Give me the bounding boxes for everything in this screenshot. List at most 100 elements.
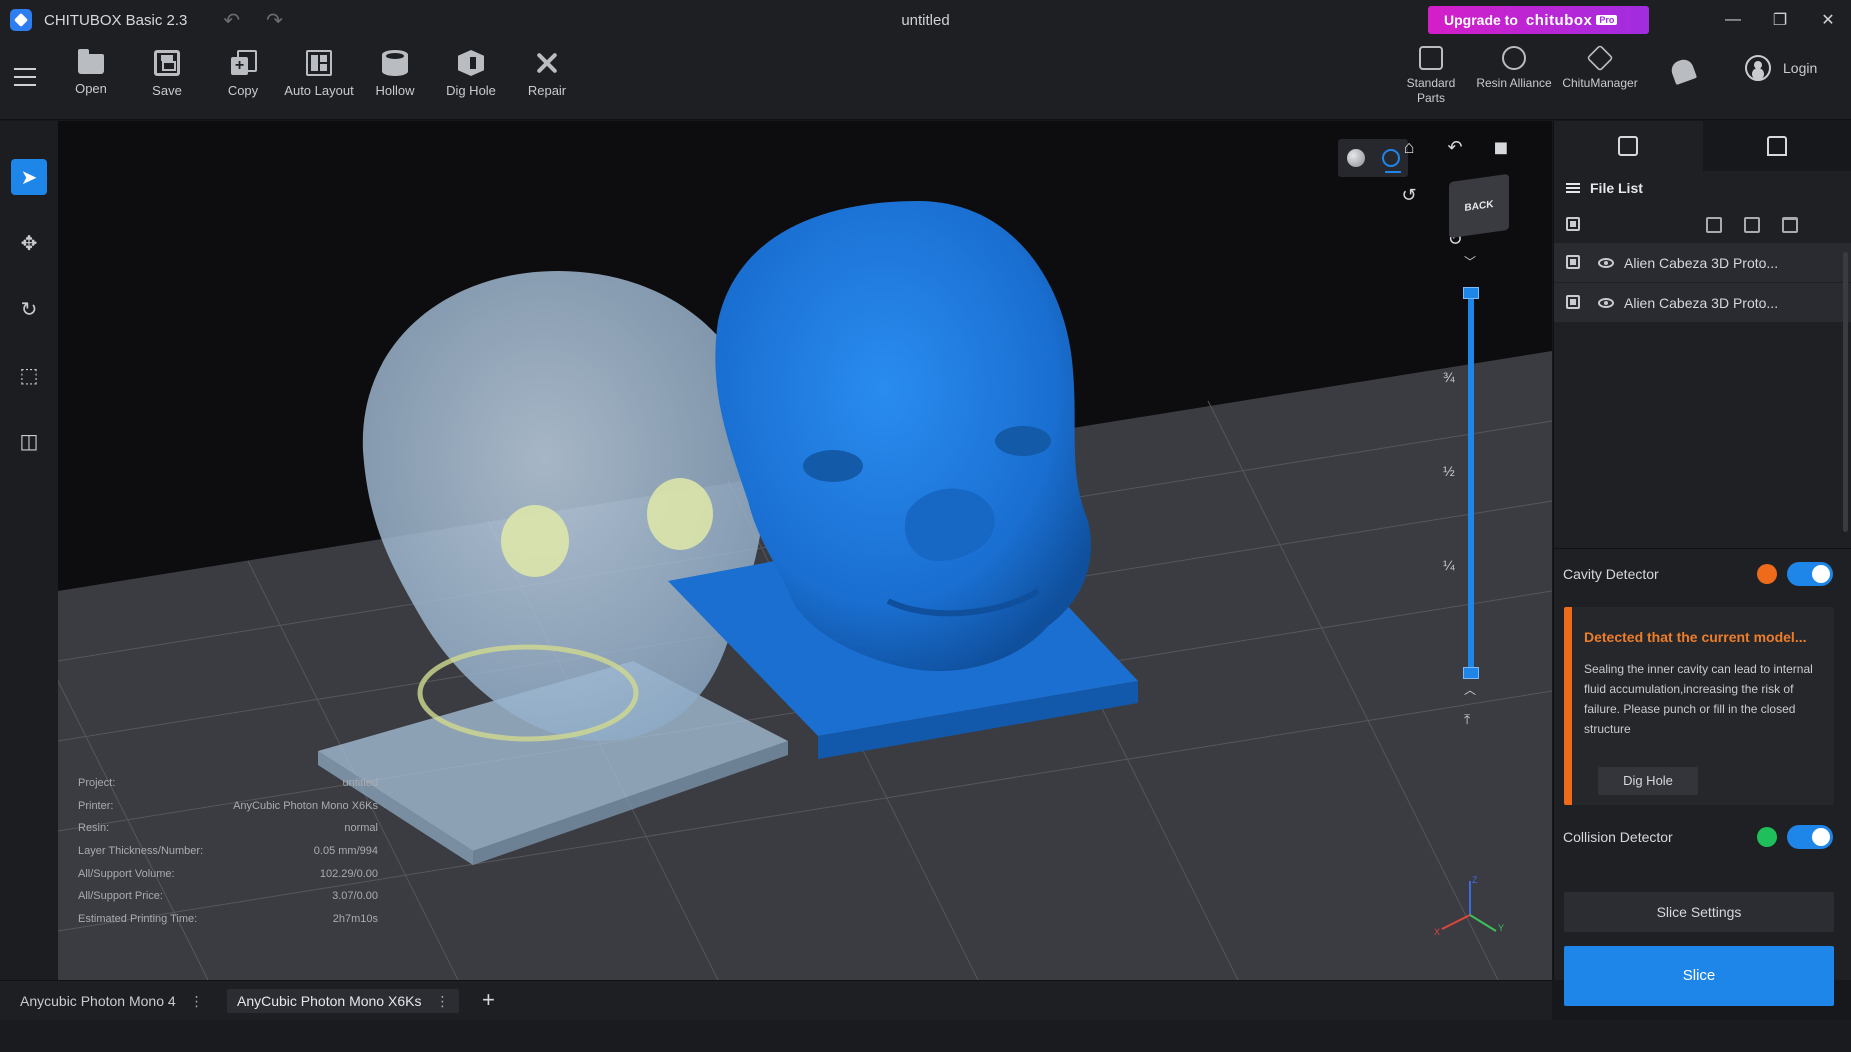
dig-hole-action-button[interactable]: Dig Hole: [1598, 767, 1698, 795]
chitumanager-label: ChituManager: [1562, 76, 1638, 90]
layer-jump-icon[interactable]: ⤒: [1464, 711, 1470, 728]
standard-parts-button[interactable]: Standard Parts: [1400, 46, 1462, 106]
3d-viewport[interactable]: ⌂ ↶ ◼ ↺ ↩ ↻ BACK ﹀ ¾ ½ ¼ ︿ ⤒ Project: unt…: [58, 121, 1552, 980]
chitumanager-button[interactable]: ChituManager: [1558, 44, 1642, 91]
file-list-item[interactable]: Alien Cabeza 3D Proto...: [1554, 283, 1851, 323]
more-options-icon[interactable]: ⋮: [190, 993, 204, 1010]
open-label: Open: [75, 81, 107, 96]
save-button[interactable]: Save: [132, 50, 202, 98]
layer-up-chevron-icon[interactable]: ﹀: [1464, 253, 1476, 270]
menu-icon[interactable]: [14, 68, 36, 86]
sad-face-icon: [1757, 564, 1777, 584]
cavity-detector-toggle[interactable]: [1787, 562, 1833, 586]
cube-face-label: BACK: [1464, 198, 1494, 214]
info-label: All/Support Volume:: [78, 867, 175, 880]
slice-button[interactable]: Slice: [1564, 946, 1834, 1006]
scale-tool[interactable]: ⬚: [11, 357, 47, 393]
file-checkbox[interactable]: [1566, 255, 1580, 269]
file-list-item[interactable]: Alien Cabeza 3D Proto...: [1554, 243, 1851, 283]
axis-x-label: X: [1434, 927, 1440, 937]
add-file-icon[interactable]: [1706, 217, 1722, 233]
more-options-icon[interactable]: ⋮: [435, 993, 449, 1010]
list-icon: [1566, 183, 1580, 193]
layer-fraction-3-4: ¾: [1443, 369, 1455, 385]
rotate-tool[interactable]: ↻: [11, 291, 47, 327]
copy-button[interactable]: Copy: [208, 50, 278, 98]
save-label: Save: [152, 83, 182, 98]
select-all-checkbox[interactable]: [1566, 217, 1580, 231]
axis-gizmo: Z X Y: [1434, 875, 1504, 937]
layer-track[interactable]: [1468, 293, 1474, 673]
view-cube[interactable]: BACK: [1449, 173, 1509, 239]
tab-printer[interactable]: [1702, 121, 1851, 171]
file-list-toolbar: [1554, 205, 1851, 243]
resin-alliance-button[interactable]: Resin Alliance: [1474, 46, 1554, 91]
dig-hole-button[interactable]: Dig Hole: [436, 50, 506, 98]
file-checkbox[interactable]: [1566, 295, 1580, 309]
info-value: 2h7m10s: [332, 913, 378, 926]
selected-model-eye-right: [995, 426, 1051, 456]
info-label: Resin:: [78, 822, 110, 835]
folder-icon: [78, 49, 104, 74]
dig-hole-icon: [458, 50, 484, 76]
info-row: Layer Thickness/Number: 0.05 mm/994: [78, 845, 378, 868]
open-button[interactable]: Open: [56, 49, 126, 96]
info-value: 3.07/0.00: [332, 890, 378, 903]
slice-settings-button[interactable]: Slice Settings: [1564, 892, 1834, 932]
file-list-scrollbar[interactable]: [1843, 252, 1848, 532]
close-button[interactable]: ✕: [1808, 6, 1848, 34]
rotate-up-icon[interactable]: ↶: [1444, 136, 1466, 158]
xray-view-icon[interactable]: [1381, 149, 1401, 173]
printer-icon: [1766, 136, 1787, 156]
undo-icon[interactable]: ↶: [223, 8, 240, 33]
printer-tab-active[interactable]: AnyCubic Photon Mono X6Ks ⋮: [227, 989, 460, 1013]
eye-icon[interactable]: [1598, 297, 1614, 308]
solid-view-icon[interactable]: [1346, 149, 1365, 167]
info-row: Estimated Printing Time: 2h7m10s: [78, 913, 378, 936]
info-label: All/Support Price:: [78, 890, 163, 903]
copy-icon: [230, 50, 257, 76]
login-button[interactable]: Login: [1745, 52, 1817, 84]
cavity-detector-row: Cavity Detector: [1553, 548, 1851, 598]
hollow-label: Hollow: [375, 83, 415, 98]
dig-hole-label: Dig Hole: [446, 83, 496, 98]
home-view-icon[interactable]: ⌂: [1398, 136, 1420, 158]
collision-detector-toggle[interactable]: [1787, 825, 1833, 849]
info-row: Printer: AnyCubic Photon Mono X6Ks: [78, 800, 378, 823]
layer-down-chevron-icon[interactable]: ︿: [1464, 681, 1476, 698]
hollow-button[interactable]: Hollow: [360, 50, 430, 98]
pro-badge: Pro: [1596, 15, 1618, 25]
eye-icon[interactable]: [1598, 257, 1614, 268]
info-label: Printer:: [78, 799, 114, 812]
info-value: 102.29/0.00: [319, 867, 378, 880]
layer-fraction-1-2: ½: [1443, 463, 1455, 479]
file-name: Alien Cabeza 3D Proto...: [1624, 254, 1779, 271]
repair-button[interactable]: Repair: [512, 50, 582, 98]
repair-label: Repair: [527, 83, 567, 98]
tab-file-list[interactable]: [1554, 121, 1703, 171]
info-row: Resin: normal: [78, 822, 378, 845]
layer-bottom-handle[interactable]: [1463, 667, 1479, 679]
upgrade-button[interactable]: Upgrade to chitubox Pro: [1428, 6, 1649, 34]
printer-tab[interactable]: Anycubic Photon Mono 4 ⋮: [10, 989, 214, 1013]
auto-layout-button[interactable]: Auto Layout: [284, 50, 354, 98]
add-printer-tab-icon[interactable]: +: [482, 987, 495, 1013]
restore-button[interactable]: ❐: [1760, 6, 1800, 34]
save-icon: [154, 50, 180, 76]
delete-icon[interactable]: [1782, 217, 1798, 233]
move-tool[interactable]: ✥: [11, 225, 47, 261]
redo-icon[interactable]: ↷: [266, 8, 283, 33]
notification-icon[interactable]: [1668, 56, 1698, 86]
rotate-left-icon[interactable]: ↺: [1398, 184, 1420, 206]
mirror-tool[interactable]: ◫: [11, 423, 47, 459]
title-bar: CHITUBOX Basic 2.3 ↶ ↷ untitled Upgrade …: [0, 0, 1851, 40]
repair-icon: [534, 50, 560, 76]
status-bar: [0, 1020, 1851, 1052]
cavity-warning: Detected that the current model... Seali…: [1564, 607, 1834, 805]
minimize-button[interactable]: —: [1713, 6, 1753, 34]
info-value: normal: [344, 822, 378, 835]
layer-top-handle[interactable]: [1463, 287, 1479, 299]
iso-view-icon[interactable]: ◼: [1490, 136, 1512, 158]
group-icon[interactable]: [1744, 217, 1760, 233]
select-tool[interactable]: ➤: [11, 159, 47, 195]
